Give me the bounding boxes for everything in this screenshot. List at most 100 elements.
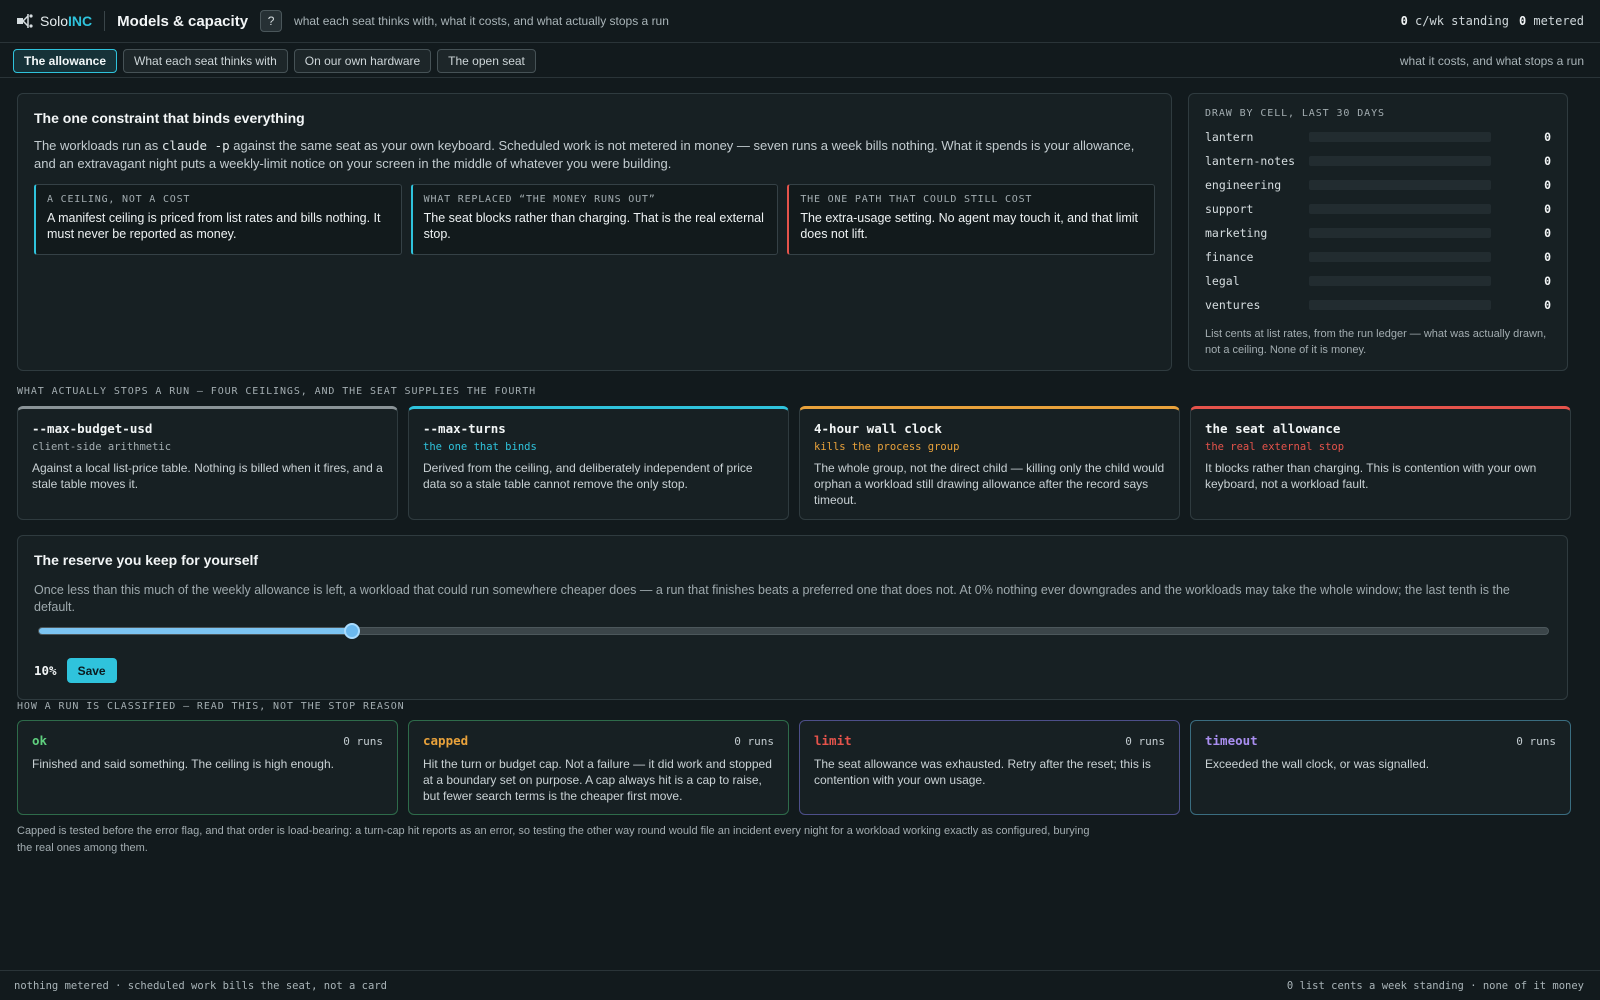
status-bar: nothing metered · scheduled work bills t… <box>0 970 1600 1000</box>
ceiling-subtitle: the real external stop <box>1205 441 1345 453</box>
brand-suffix: INC <box>68 13 93 29</box>
slider-track[interactable] <box>38 627 1549 635</box>
class-count: 0 runs <box>734 735 774 748</box>
slider-fill <box>39 628 353 634</box>
command-code: claude -p <box>161 138 230 153</box>
draw-row-legal: legal 0 <box>1205 269 1551 293</box>
class-header: capped 0 runs <box>423 733 774 748</box>
help-button[interactable]: ? <box>260 10 283 32</box>
draw-bar <box>1309 252 1491 262</box>
callout-replaced: What replaced “the money runs out” The s… <box>410 184 779 255</box>
draw-value: 0 <box>1544 226 1551 240</box>
class-body: The seat allowance was exhausted. Retry … <box>814 757 1151 787</box>
brand[interactable]: SoloINC <box>16 12 92 30</box>
ceiling-card-wall-clock: 4-hour wall clock kills the process group… <box>799 406 1180 520</box>
callout-cost-path: The one path that could still cost The e… <box>787 184 1156 255</box>
page-title: Models & capacity <box>117 12 249 30</box>
draw-value: 0 <box>1544 298 1551 312</box>
ceiling-card-max-budget: --max-budget-usd client-side arithmetic Ag… <box>17 406 398 520</box>
status-right: 0 list cents a week standing · none of i… <box>1286 979 1584 992</box>
draw-bar <box>1309 156 1491 166</box>
ceiling-title: --max-budget-usd <box>32 421 153 436</box>
ceiling-body: Derived from the ceiling, and deliberate… <box>423 461 753 491</box>
top-metrics: 0 c/wk standing 0 metered <box>1401 14 1584 28</box>
callout-title: A ceiling, not a cost <box>47 194 191 205</box>
slider-thumb[interactable] <box>344 623 361 639</box>
draw-rows: lantern 0 lantern-notes 0 engineering 0 suppor… <box>1205 125 1551 317</box>
callout-title: The one path that could still cost <box>800 194 1033 205</box>
draw-title: Draw by cell, last 30 days <box>1205 108 1385 119</box>
draw-bar <box>1309 204 1491 214</box>
draw-cell-name: lantern <box>1205 130 1254 144</box>
status-left: nothing metered · scheduled work bills t… <box>14 979 387 992</box>
draw-row-lantern: lantern 0 <box>1205 125 1551 149</box>
class-card-ok: ok 0 runs Finished and said something. The… <box>17 720 398 815</box>
classified-label: How a run is classified — read this, not… <box>17 701 405 712</box>
divider <box>104 11 106 31</box>
reserve-panel: The reserve you keep for yourself Once l… <box>17 535 1568 700</box>
class-header: limit 0 runs <box>814 733 1165 748</box>
draw-cell-name: marketing <box>1205 226 1268 240</box>
draw-cell-name: legal <box>1205 274 1240 288</box>
class-title: timeout <box>1205 733 1258 748</box>
draw-row-ventures: ventures 0 <box>1205 293 1551 317</box>
class-title: limit <box>814 733 852 748</box>
ceiling-body: It blocks rather than charging. This is … <box>1205 461 1537 491</box>
draw-cell-name: finance <box>1205 250 1254 264</box>
draw-note: List cents at list rates, from the run l… <box>1205 328 1547 356</box>
draw-bar <box>1309 132 1491 142</box>
class-header: ok 0 runs <box>32 733 383 748</box>
reserve-title: The reserve you keep for yourself <box>34 552 259 568</box>
draw-cell-name: support <box>1205 202 1254 216</box>
draw-row-finance: finance 0 <box>1205 245 1551 269</box>
ceiling-subtitle: kills the process group <box>814 441 960 453</box>
draw-row-marketing: marketing 0 <box>1205 221 1551 245</box>
class-count: 0 runs <box>1516 735 1556 748</box>
tab-allowance[interactable]: The allowance <box>13 48 118 73</box>
ceiling-title: 4-hour wall clock <box>814 421 942 436</box>
ceiling-subtitle: client-side arithmetic <box>32 441 172 453</box>
class-card-limit: limit 0 runs The seat allowance was exhaus… <box>799 720 1180 815</box>
logo-icon <box>16 12 34 30</box>
callout-ceiling: A ceiling, not a cost A manifest ceiling… <box>34 184 402 255</box>
top-bar: SoloINC Models & capacity ? what each se… <box>0 0 1600 43</box>
class-body: Finished and said something. The ceiling… <box>32 757 334 771</box>
draw-bar <box>1309 300 1491 310</box>
tab-own-hardware[interactable]: On our own hardware <box>293 48 432 73</box>
footnote: Capped is tested before the error flag, … <box>17 825 1090 854</box>
draw-value: 0 <box>1544 202 1551 216</box>
draw-cell-name: engineering <box>1205 178 1282 192</box>
save-button[interactable]: Save <box>66 658 117 683</box>
class-count: 0 runs <box>343 735 383 748</box>
class-body: Hit the turn or budget cap. Not a failur… <box>423 757 772 803</box>
reserve-description: Once less than this much of the weekly a… <box>34 583 1510 614</box>
constraint-text: The workloads run as claude -p against t… <box>34 138 1135 171</box>
class-card-capped: capped 0 runs Hit the turn or budget cap. … <box>408 720 789 815</box>
page-subtitle: what each seat thinks with, what it cost… <box>294 14 669 28</box>
draw-cell-name: lantern-notes <box>1205 154 1296 168</box>
tabs-caption: what it costs, and what stops a run <box>1399 53 1584 68</box>
ceiling-subtitle: the one that binds <box>423 441 537 453</box>
draw-value: 0 <box>1544 178 1551 192</box>
class-title: ok <box>32 733 48 748</box>
ceiling-card-seat-allowance: the seat allowance the real external stop… <box>1190 406 1571 520</box>
class-title: capped <box>423 733 469 748</box>
reserve-slider[interactable] <box>38 623 1549 639</box>
callouts: A ceiling, not a cost A manifest ceiling… <box>34 184 1156 255</box>
ceiling-title: the seat allowance <box>1205 421 1341 436</box>
draw-panel: Draw by cell, last 30 days lantern 0 lante… <box>1188 93 1568 371</box>
ceiling-body: Against a local list-price table. Nothin… <box>32 461 383 491</box>
draw-row-support: support 0 <box>1205 197 1551 221</box>
ceiling-title: --max-turns <box>423 421 506 436</box>
draw-value: 0 <box>1544 250 1551 264</box>
callout-body: A manifest ceiling is priced from list r… <box>47 211 381 241</box>
standing-metric: 0 c/wk standing <box>1400 14 1509 28</box>
callout-body: The seat blocks rather than charging. Th… <box>423 211 764 241</box>
tab-open-seat[interactable]: The open seat <box>437 48 536 73</box>
callout-title: What replaced “the money runs out” <box>423 194 656 205</box>
constraint-panel: The one constraint that binds everything… <box>17 93 1172 371</box>
ceiling-body: The whole group, not the direct child — … <box>814 461 1165 507</box>
class-header: timeout 0 runs <box>1205 733 1556 748</box>
tab-what-each-seat-thinks-with[interactable]: What each seat thinks with <box>123 48 288 73</box>
metered-metric: 0 metered <box>1518 14 1584 28</box>
